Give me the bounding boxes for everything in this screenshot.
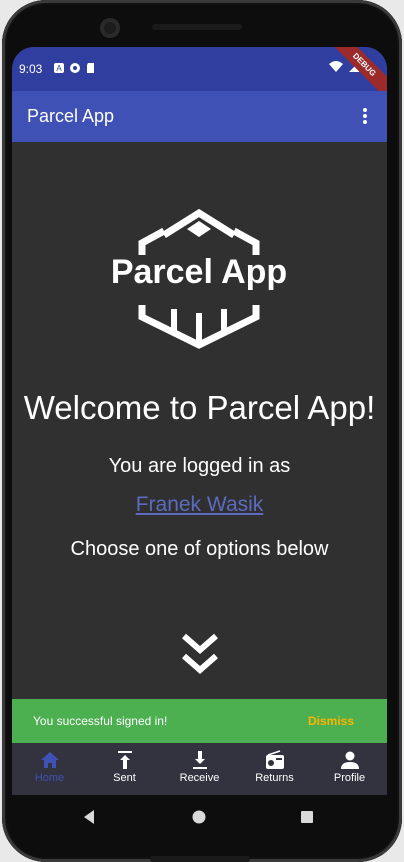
snackbar-message: You successful signed in! (33, 714, 168, 728)
choose-option-label: Choose one of options below (70, 538, 329, 560)
app-title: Parcel App (27, 106, 115, 126)
double-chevron-down-icon (182, 633, 218, 674)
status-bar: 9:03 A DEBUG (12, 47, 387, 103)
nav-item-returns[interactable]: Returns (237, 743, 312, 795)
back-icon[interactable] (82, 809, 98, 825)
app-screen: 9:03 A DEBUG Parcel App Parcel App Welco… (12, 47, 387, 795)
download-icon (192, 751, 207, 769)
parcel-app-logo: Parcel App (111, 208, 287, 349)
bottom-notch (150, 856, 250, 862)
logo-text: Parcel App (111, 253, 287, 291)
nav-label-receive: Receive (179, 772, 220, 784)
radio-icon (265, 750, 284, 769)
front-camera (100, 18, 120, 38)
svg-text:A: A (56, 64, 62, 73)
upload-icon (117, 751, 132, 769)
bottom-navigation: Home Sent Receive Returns Profile (12, 743, 387, 795)
person-icon (340, 751, 359, 769)
nav-item-receive[interactable]: Receive (162, 743, 237, 795)
earpiece-speaker (152, 24, 242, 30)
sd-card-icon (87, 63, 94, 73)
system-navigation-bar (12, 795, 387, 840)
nav-item-home[interactable]: Home (12, 743, 87, 795)
logged-in-label: You are logged in as (108, 455, 291, 477)
nav-item-sent[interactable]: Sent (87, 743, 162, 795)
recents-icon[interactable] (299, 809, 315, 825)
status-time: 9:03 (19, 62, 43, 76)
main-content: Parcel App Welcome to Parcel App! You ar… (12, 142, 387, 699)
home-circle-icon[interactable] (191, 809, 207, 825)
nav-label-sent: Sent (113, 772, 136, 784)
username-link[interactable]: Franek Wasik (12, 493, 387, 517)
dismiss-button[interactable]: Dismiss (308, 714, 354, 728)
notification-a-icon: A (54, 63, 64, 73)
nav-label-home: Home (34, 772, 65, 784)
nav-label-returns: Returns (255, 772, 294, 784)
app-bar: Parcel App (12, 91, 387, 142)
more-vert-icon[interactable] (353, 104, 377, 128)
nav-label-profile: Profile (333, 772, 366, 784)
nav-item-profile[interactable]: Profile (312, 743, 387, 795)
notification-p-icon (70, 63, 80, 73)
snackbar: You successful signed in! Dismiss (12, 699, 387, 743)
welcome-heading: Welcome to Parcel App! (23, 389, 376, 426)
home-icon (40, 752, 59, 768)
